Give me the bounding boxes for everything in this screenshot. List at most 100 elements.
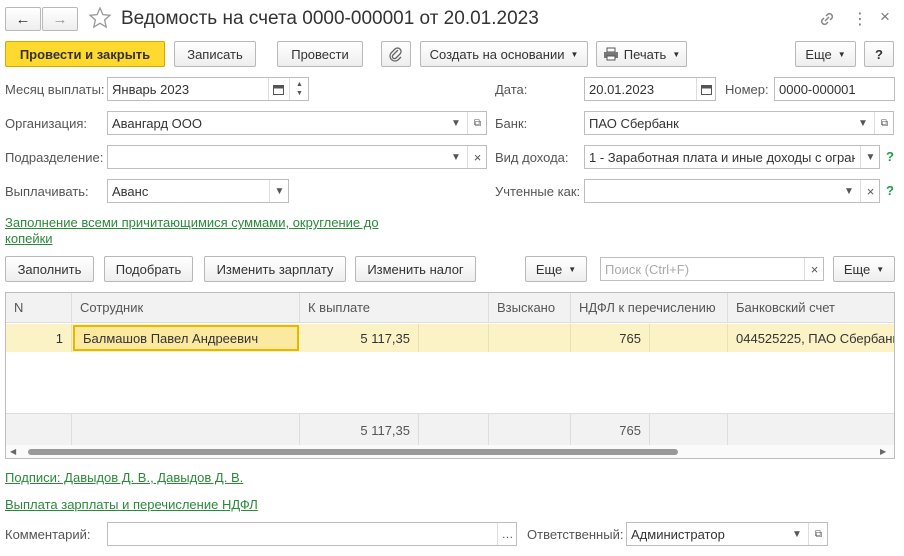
cell-account: 044525225, ПАО Сбербанк <box>736 330 895 346</box>
stepper-down-icon[interactable]: ▼ <box>296 89 303 98</box>
footer-employee <box>72 414 300 446</box>
col-header-pay[interactable]: К выплате <box>300 293 489 323</box>
col-header-ndfl[interactable]: НДФЛ к перечислению <box>571 293 728 323</box>
col-header-employee[interactable]: Сотрудник <box>72 293 300 323</box>
income-type-value: 1 - Заработная плата и иные доходы с огр… <box>589 149 855 165</box>
clear-search-icon[interactable]: × <box>804 258 823 280</box>
calendar-icon[interactable] <box>268 78 288 100</box>
cell-ndfl-extra <box>650 324 728 352</box>
col-header-account[interactable]: Банковский счет <box>728 293 894 323</box>
scrollbar-thumb[interactable] <box>28 449 678 455</box>
table-more-button[interactable]: Еще ▼ <box>525 256 587 282</box>
favorite-star-icon[interactable] <box>88 6 112 30</box>
open-icon[interactable]: ⧉ <box>467 112 486 134</box>
payout-link[interactable]: Выплата зарплаты и перечисление НДФЛ <box>5 497 258 512</box>
clear-icon[interactable]: × <box>860 180 879 202</box>
help-button[interactable]: ? <box>864 41 894 67</box>
pay-field[interactable]: Аванс ▼ <box>107 179 289 203</box>
month-stepper[interactable]: ▲ ▼ <box>289 78 308 100</box>
date-label: Дата: <box>495 82 528 97</box>
dropdown-arrow-icon[interactable]: ▼ <box>853 112 873 134</box>
income-help-icon[interactable]: ? <box>886 149 894 164</box>
footer-pay: 5 117,35 <box>300 414 419 446</box>
save-button[interactable]: Записать <box>174 41 256 67</box>
dropdown-arrow-icon: ▼ <box>672 49 681 59</box>
date-field[interactable]: 20.01.2023 <box>584 77 716 101</box>
income-type-field[interactable]: 1 - Заработная плата и иные доходы с огр… <box>584 145 880 169</box>
change-tax-button[interactable]: Изменить налог <box>355 256 476 282</box>
cell-pay-extra <box>419 324 489 352</box>
fill-button[interactable]: Заполнить <box>5 256 94 282</box>
income-type-label: Вид дохода: <box>495 150 569 165</box>
department-field[interactable]: ▼ × <box>107 145 487 169</box>
responsible-label: Ответственный: <box>527 527 624 542</box>
search-placeholder: Поиск (Ctrl+F) <box>605 261 690 277</box>
paperclip-icon <box>389 47 402 62</box>
window-title: Ведомость на счета 0000-000001 от 20.01.… <box>121 8 539 29</box>
table-more-button-2[interactable]: Еще ▼ <box>833 256 895 282</box>
payroll-table[interactable]: N Сотрудник К выплате Взыскано НДФЛ к пе… <box>5 292 895 459</box>
responsible-field[interactable]: Администратор ▼ ⧉ <box>626 522 828 546</box>
dropdown-arrow-icon[interactable]: ▼ <box>839 180 859 202</box>
ellipsis-icon[interactable]: … <box>497 523 516 545</box>
dropdown-arrow-icon[interactable]: ▼ <box>787 523 807 545</box>
horizontal-scrollbar[interactable]: ◀ ▶ <box>6 445 894 458</box>
signatures-link[interactable]: Подписи: Давыдов Д. В., Давыдов Д. В. <box>5 470 243 485</box>
print-button[interactable]: Печать ▼ <box>596 41 687 67</box>
organization-field[interactable]: Авангард ООО ▼ ⧉ <box>107 111 487 135</box>
dropdown-arrow-icon[interactable]: ▼ <box>269 180 288 202</box>
dropdown-arrow-icon: ▼ <box>568 264 577 274</box>
counted-help-icon[interactable]: ? <box>886 183 894 198</box>
cell-employee[interactable]: Балмашов Павел Андреевич <box>73 325 299 351</box>
dropdown-arrow-icon: ▼ <box>570 49 579 59</box>
counted-as-field[interactable]: ▼ × <box>584 179 880 203</box>
fill-settings-link-cont[interactable]: копейки <box>5 231 53 246</box>
post-button[interactable]: Провести <box>277 41 363 67</box>
organization-value: Авангард ООО <box>112 115 202 131</box>
select-button[interactable]: Подобрать <box>104 256 193 282</box>
create-based-on-button[interactable]: Создать на основании ▼ <box>420 41 588 67</box>
dropdown-arrow-icon[interactable]: ▼ <box>860 146 879 168</box>
scroll-left-icon[interactable]: ◀ <box>10 447 16 456</box>
pay-value: Аванс <box>112 183 149 199</box>
link-icon[interactable] <box>817 9 837 29</box>
bank-field[interactable]: ПАО Сбербанк ▼ ⧉ <box>584 111 894 135</box>
dropdown-arrow-icon[interactable]: ▼ <box>446 112 466 134</box>
print-label: Печать <box>623 46 667 62</box>
more-button[interactable]: Еще ▼ <box>795 41 856 67</box>
open-icon[interactable]: ⧉ <box>874 112 893 134</box>
scroll-right-icon[interactable]: ▶ <box>880 447 886 456</box>
footer-ndfl: 765 <box>571 414 650 446</box>
create-based-on-label: Создать на основании <box>429 46 565 62</box>
month-field[interactable]: Январь 2023 ▲ ▼ <box>107 77 309 101</box>
number-value: 0000-000001 <box>779 81 856 97</box>
open-icon[interactable]: ⧉ <box>808 523 827 545</box>
fill-settings-link[interactable]: Заполнение всеми причитающимися суммами,… <box>5 215 379 230</box>
dropdown-arrow-icon: ▼ <box>876 264 885 274</box>
pay-label: Выплачивать: <box>5 184 89 199</box>
search-input[interactable]: Поиск (Ctrl+F) × <box>600 257 824 281</box>
forward-button[interactable]: → <box>42 7 78 31</box>
clear-icon[interactable]: × <box>467 146 486 168</box>
table-row[interactable]: 1 Балмашов Павел Андреевич 5 117,35 765 … <box>6 324 895 352</box>
more-actions-icon[interactable]: ⋮ <box>852 9 868 29</box>
calendar-icon[interactable] <box>696 78 715 100</box>
post-and-close-button[interactable]: Провести и закрыть <box>5 41 165 67</box>
change-salary-button[interactable]: Изменить зарплату <box>204 256 346 282</box>
back-button[interactable]: ← <box>5 7 41 31</box>
attach-button[interactable] <box>381 41 411 67</box>
table-more-label: Еще <box>535 261 563 277</box>
date-value: 20.01.2023 <box>589 81 655 97</box>
col-header-withheld[interactable]: Взыскано <box>489 293 571 323</box>
col-header-n[interactable]: N <box>6 293 72 323</box>
close-icon[interactable]: × <box>880 7 890 27</box>
footer-n <box>6 414 72 446</box>
dropdown-arrow-icon[interactable]: ▼ <box>446 146 466 168</box>
department-label: Подразделение: <box>5 150 104 165</box>
stepper-up-icon[interactable]: ▲ <box>296 80 303 89</box>
footer-account <box>728 414 894 446</box>
footer-ndfl-extra <box>650 414 728 446</box>
number-label: Номер: <box>725 82 769 97</box>
number-field[interactable]: 0000-000001 <box>774 77 895 101</box>
comment-field[interactable]: … <box>107 522 517 546</box>
